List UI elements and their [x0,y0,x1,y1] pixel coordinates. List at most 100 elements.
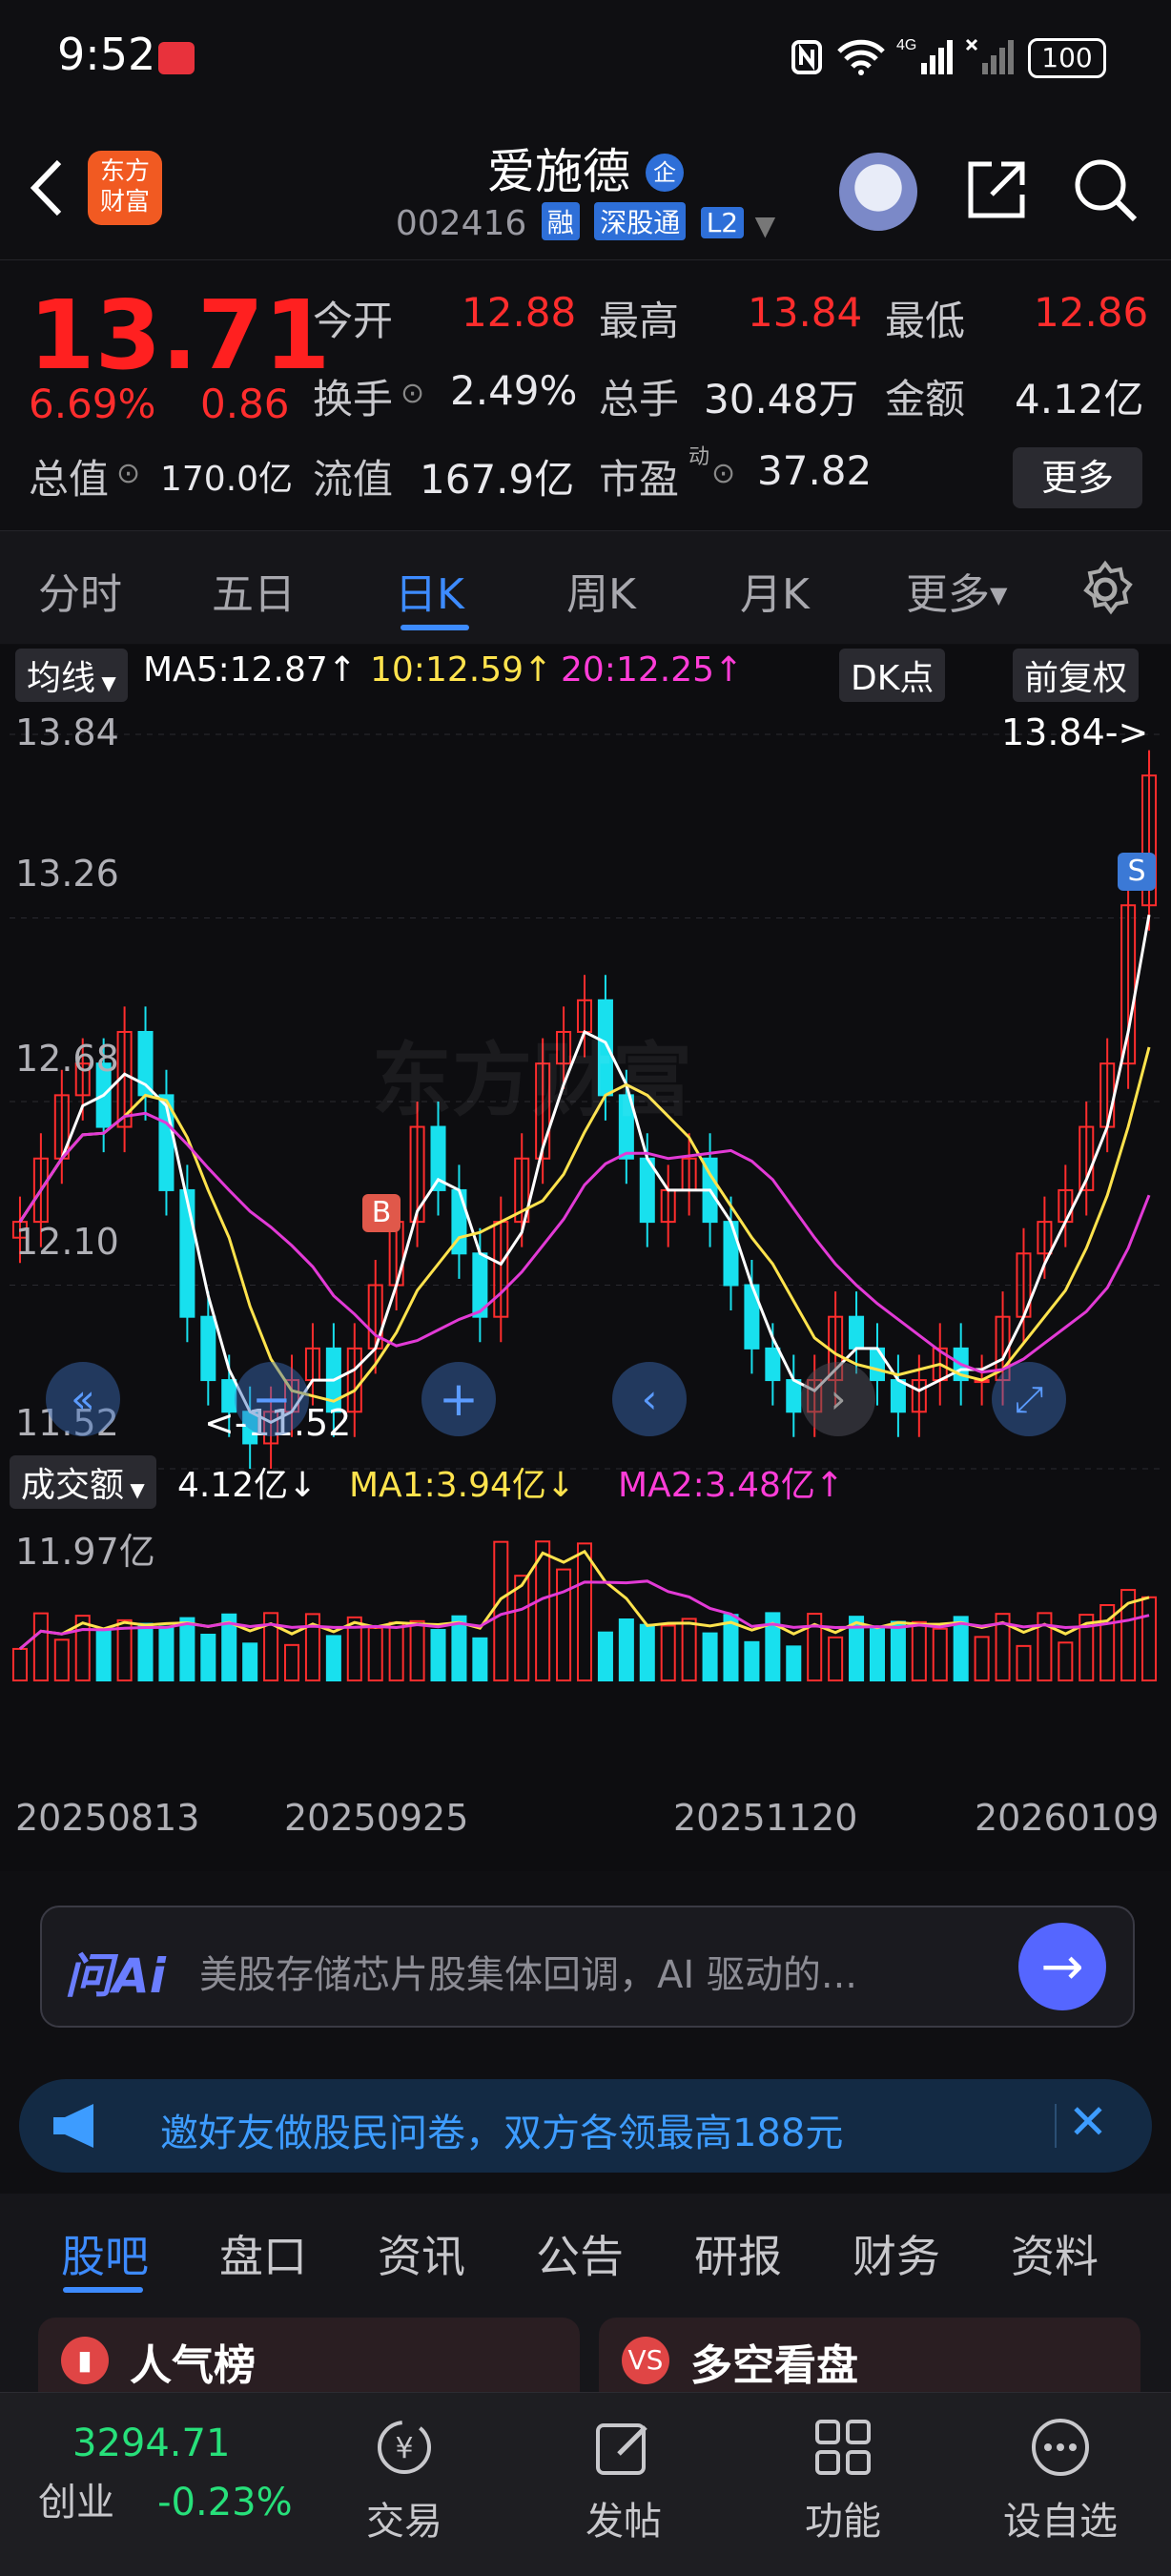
volume-label: 总手 [599,376,680,422]
tab-news[interactable]: 资讯 [378,2222,465,2285]
x-date-label: 20250813 [15,1797,200,1839]
amount-value: 4.12亿 [1015,376,1144,422]
change-percent: 6.69% [29,381,156,427]
volume-bar [1016,1644,1032,1681]
info-icon[interactable]: ⊙ [711,457,735,490]
candle [786,1379,802,1413]
high-label: 最高 [599,298,680,344]
volume-bar [932,1627,948,1681]
tab-five-day[interactable]: 五日 [212,560,296,621]
kline-chart-area[interactable]: 均线 ▼ MA5:12.87↑ 10:12.59↑ 20:12.25↑ DK点 … [0,645,1171,1871]
tab-announcements[interactable]: 公告 [536,2222,624,2285]
volume-indicator-selector[interactable]: 成交额 ▼ [10,1455,156,1509]
volume-bar [388,1621,404,1681]
volume-bar [242,1642,258,1681]
volume-bar [786,1645,802,1681]
dk-point-toggle[interactable]: DK点 [839,649,946,702]
volume-bar [828,1636,844,1682]
volume-bar [179,1617,195,1681]
volume-ma2: MA2:3.48亿↑ [618,1466,845,1505]
zoom-in-icon[interactable]: + [421,1362,496,1436]
search-icon[interactable] [1072,156,1140,225]
adjust-mode-button[interactable]: 前复权 [1013,649,1140,702]
amount-label: 金额 [885,376,966,422]
sell-signal-marker[interactable]: S [1118,853,1156,891]
volume-bar [325,1635,341,1681]
buy-signal-marker[interactable]: B [362,1194,401,1232]
tab-forum[interactable]: 股吧 [61,2222,149,2285]
close-icon[interactable]: ✕ [1068,2094,1108,2150]
ai-question-bar[interactable]: 问Ai 美股存储芯片股集体回调，AI 驱动的... → [40,1906,1135,2028]
promo-banner[interactable]: 邀好友做股民问卷，双方各领最高188元 ✕ [19,2079,1152,2173]
tab-research[interactable]: 研报 [694,2222,782,2285]
volume-bar [576,1542,593,1682]
active-tab-indicator [401,625,469,630]
volume-bar [890,1620,906,1681]
fullscreen-icon[interactable]: ⤢ [992,1362,1066,1436]
tab-orderbook[interactable]: 盘口 [219,2222,307,2285]
card-title: 人气榜 [130,2341,256,2390]
index-ticker[interactable]: 3294.71 创业 -0.23% [38,2421,315,2526]
popularity-card[interactable]: ▮ 人气榜 [38,2318,580,2394]
candle [849,1315,865,1350]
volume-bar [744,1640,760,1682]
more-quote-button[interactable]: 更多 [1013,447,1142,508]
volume-max-label: 11.97亿 [15,1531,155,1573]
turnover-value: 2.49% [450,367,578,414]
scroll-right-icon[interactable]: › [801,1362,875,1436]
tab-daily-k[interactable]: 日K [395,560,464,621]
info-icon[interactable]: ⊙ [116,457,140,490]
low-label: 最低 [885,298,966,344]
tab-intraday[interactable]: 分时 [38,560,122,621]
nfc-icon [791,40,822,74]
tab-weekly-k[interactable]: 周K [566,560,636,621]
candle [200,1315,216,1382]
x-date-label: 20250925 [284,1797,469,1839]
info-icon[interactable]: ⊙ [401,377,424,410]
float-cap-label: 流值 [313,456,394,503]
zoom-out-icon[interactable]: − [235,1362,309,1436]
chart-bar-icon: ▮ [61,2337,109,2384]
settings-gear-icon[interactable] [1076,560,1135,619]
index-change: -0.23% [157,2481,293,2524]
bull-bear-card[interactable]: VS 多空看盘 [599,2318,1140,2394]
tag-connect: 深股通 [594,202,687,240]
robot-avatar-icon[interactable] [839,153,917,231]
x-date-label: 20251120 [673,1797,858,1839]
nav-label: 设自选 [1003,2500,1118,2544]
nav-label: 交易 [366,2500,442,2544]
ai-suggestion-text[interactable]: 美股存储芯片股集体回调，AI 驱动的... [199,1944,857,1999]
more-dots-icon [1032,2419,1089,2476]
chevron-down-icon: ▼ [754,210,776,241]
quote-panel: 13.71 6.69% 0.86 今开 12.88 最高 13.84 最低 12… [0,259,1171,529]
low-value: 12.86 [1034,289,1149,336]
tab-monthly-k[interactable]: 月K [740,560,810,621]
chart-watermark: 东方财富 [372,1034,693,1127]
scroll-left-icon[interactable]: ‹ [612,1362,687,1436]
banner-text[interactable]: 邀好友做股民问卷，双方各领最高188元 [160,2102,843,2157]
ma-selector[interactable]: 均线 ▼ [15,649,128,702]
nav-add-watchlist[interactable]: 设自选 [984,2414,1137,2545]
status-bar: 9:52 4G 100 [0,0,1171,114]
x-date-label: 20260109 [975,1797,1160,1839]
arrow-right-icon[interactable]: → [1018,1923,1106,2010]
tab-profile[interactable]: 资料 [1011,2222,1099,2285]
nav-post[interactable]: 发帖 [547,2414,700,2545]
tab-financials[interactable]: 财务 [853,2222,940,2285]
versus-icon: VS [622,2337,669,2384]
volume-chart[interactable] [0,1509,1171,1690]
share-icon[interactable] [963,156,1030,223]
signal2-icon [965,38,1014,74]
stock-code: 002416 [395,204,527,243]
nav-functions[interactable]: 功能 [767,2414,919,2545]
tab-more[interactable]: 更多▼ [906,560,1007,621]
wifi-icon [837,39,885,75]
candle [765,1347,781,1382]
volume-bar [430,1629,446,1682]
nav-label: 发帖 [586,2500,662,2544]
high-value: 13.84 [748,289,863,336]
nav-trade[interactable]: ¥ 交易 [328,2414,481,2545]
volume-bar [95,1630,112,1681]
scroll-left-fast-icon[interactable]: « [46,1362,120,1436]
volume-bar [137,1622,154,1681]
